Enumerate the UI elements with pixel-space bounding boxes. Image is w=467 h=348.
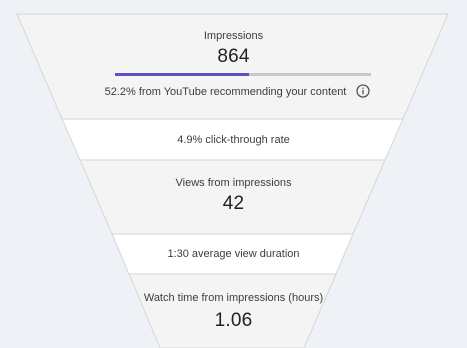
watch-time-value: 1.06 xyxy=(214,310,253,331)
info-icon[interactable] xyxy=(356,84,370,98)
youtube-recommend-text: 52.2% from YouTube recommending your con… xyxy=(104,86,347,98)
views-value: 42 xyxy=(222,193,245,214)
avg-duration-text: 1:30 average view duration xyxy=(167,248,300,260)
ctr-text: 4.9% click-through rate xyxy=(177,134,290,146)
impressions-value: 864 xyxy=(217,46,250,67)
youtube-recommend-progress-bar xyxy=(115,73,371,76)
views-label: Views from impressions xyxy=(175,177,292,189)
watch-time-label: Watch time from impressions (hours) xyxy=(143,292,324,304)
youtube-recommend-progress-fill xyxy=(115,73,249,76)
impressions-funnel-card: Impressions 864 52.2% from YouTube recom… xyxy=(0,0,467,348)
impressions-label: Impressions xyxy=(203,30,264,42)
